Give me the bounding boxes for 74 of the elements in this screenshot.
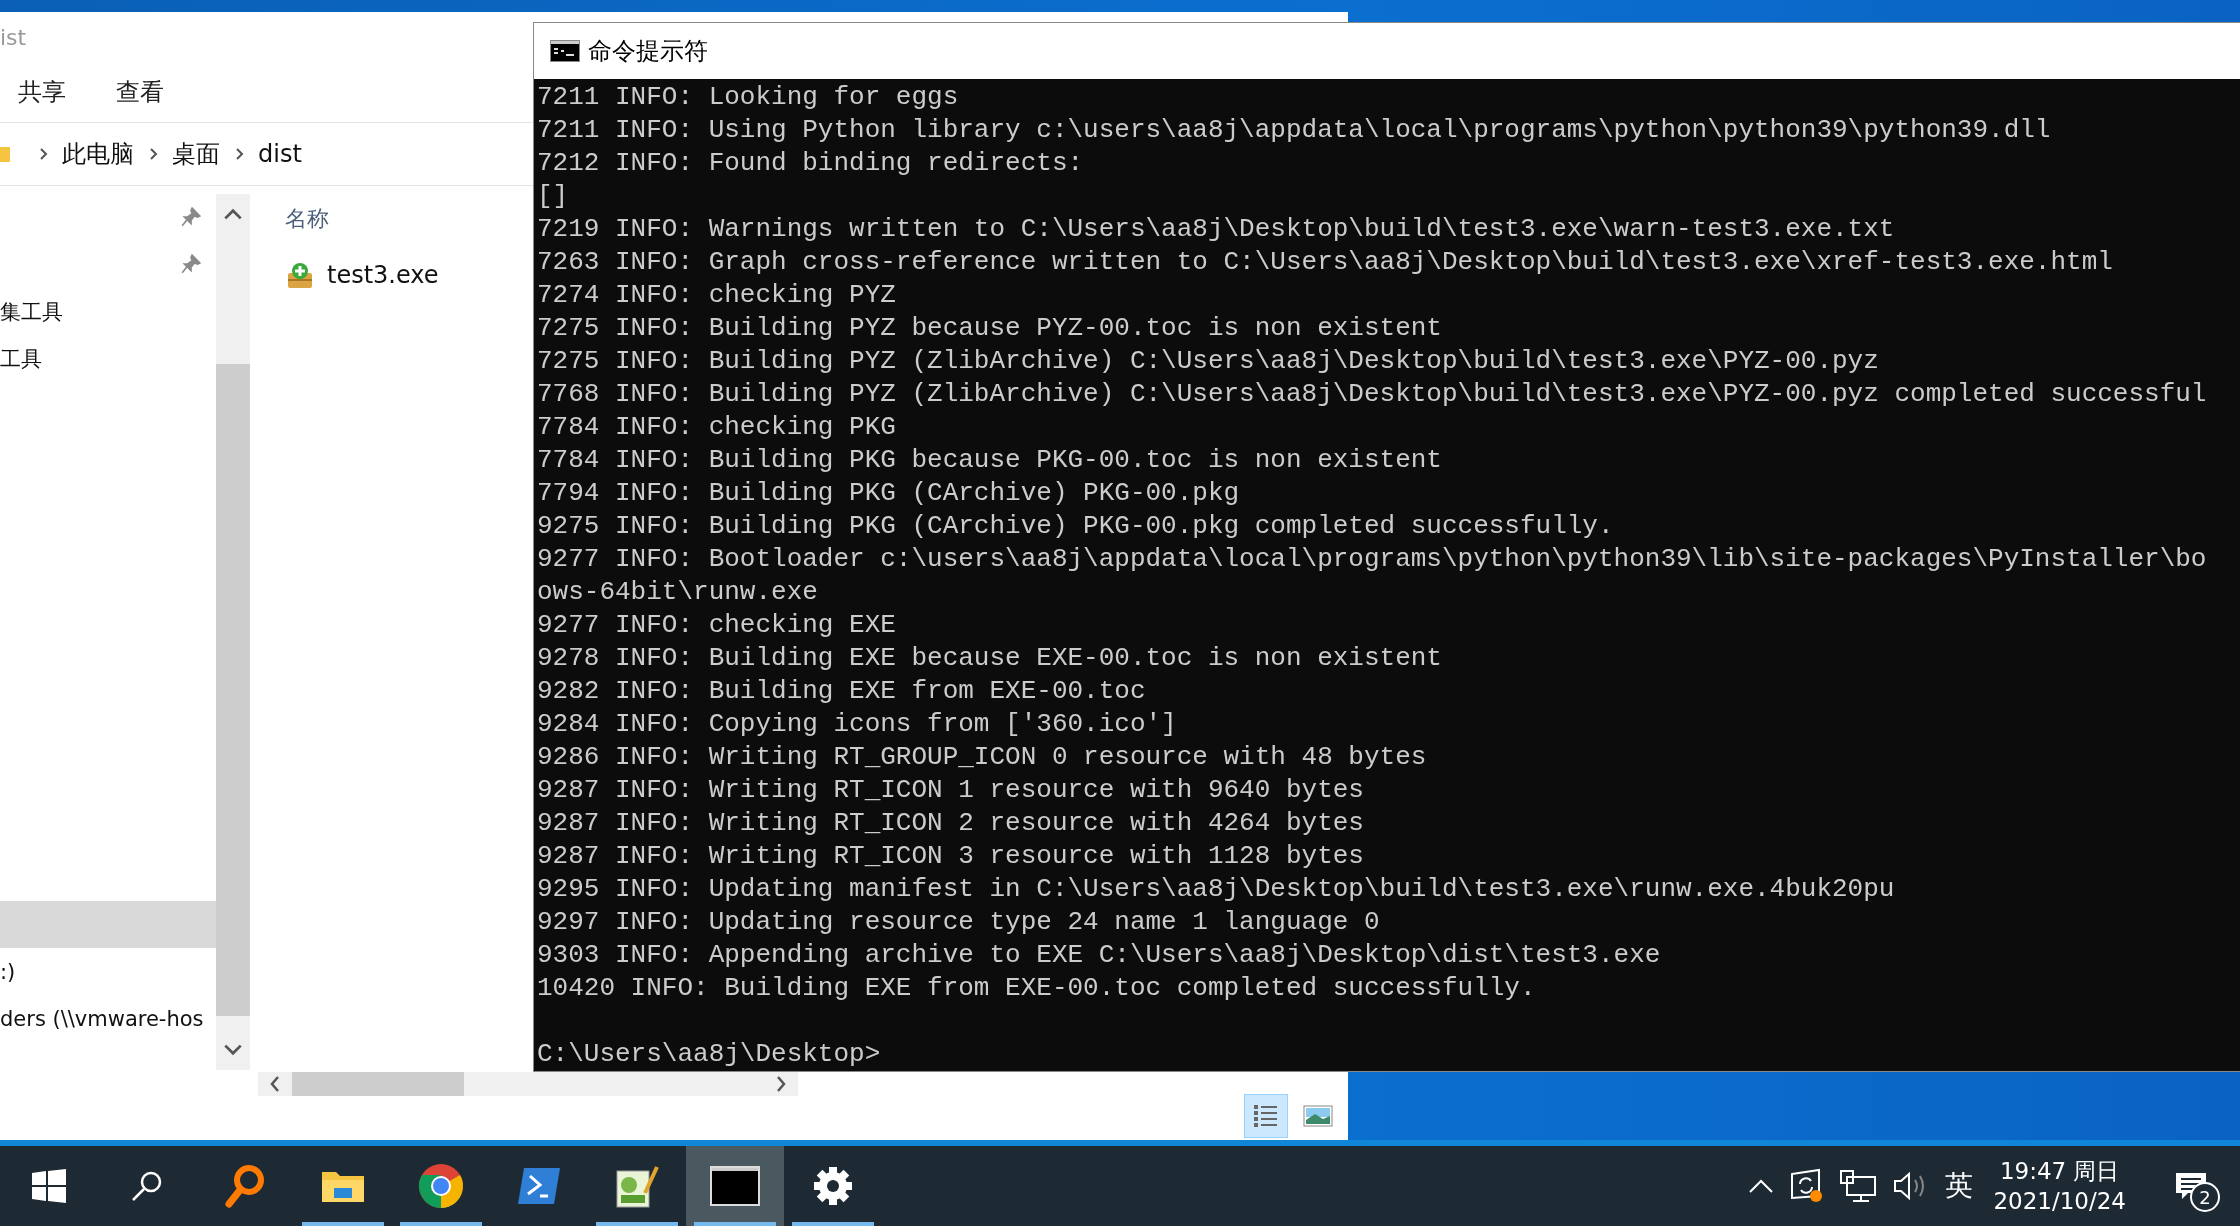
console-line: 9287 INFO: Writing RT_ICON 1 resource with 9640 bytes [537,774,1364,807]
console-line: 9287 INFO: Writing RT_ICON 3 resource with 1128 bytes [537,840,1364,873]
settings-icon [813,1166,853,1206]
console-line: 10420 INFO: Building EXE from EXE-00.toc completed successfully. [537,972,1536,1005]
console-icon [550,40,580,62]
console-line: 9287 INFO: Writing RT_ICON 2 resource with 4264 bytes [537,807,1364,840]
details-view-button[interactable] [1244,1094,1288,1138]
nav-item[interactable]: :) [0,948,216,995]
clock-time: 19:47 周日 [1999,1157,2120,1186]
console-line: 7211 INFO: Using Python library c:\users\aa8j\appdata\local\programs\python\python39\python39.dll [537,114,2051,147]
console-line: 9275 INFO: Building PKG (CArchive) PKG-00.pkg completed successfully. [537,510,1614,543]
nav-item[interactable]: 工具 [0,335,216,382]
clock-date: 2021/10/24 [1993,1187,2126,1216]
console-line: 7219 INFO: Warnings written to C:\Users\aa8j\Desktop\build\test3.exe\warn-test3.exe.txt [537,213,1895,246]
console-line: 7263 INFO: Graph cross-reference written to C:\Users\aa8j\Desktop\build\test3.exe\xref-test3.exe.html [537,246,2113,279]
window-title: 命令提示符 [588,36,708,67]
console-line: [] [537,180,569,213]
console-line: 7275 INFO: Building PYZ (ZlibArchive) C:\Users\aa8j\Desktop\build\test3.exe\PYZ-00.pyz [537,345,1879,378]
notification-count: 2 [2190,1182,2220,1212]
scroll-left-icon[interactable] [268,1074,282,1094]
nav-label: 集工具 [0,298,63,326]
console-line: 9277 INFO: checking EXE [537,609,896,642]
breadcrumb-item[interactable]: 此电脑 [62,138,134,170]
chevron-icon [38,147,48,161]
ribbon-tab[interactable]: 共享 [16,72,68,112]
console-line: 7784 INFO: checking PKG [537,411,896,444]
console-line: 7211 INFO: Looking for eggs [537,81,959,114]
console-line: 9295 INFO: Updating manifest in C:\Users\aa8j\Desktop\build\test3.exe\runw.exe.4buk20pu [537,873,1895,906]
console-line: 9297 INFO: Updating resource type 24 name 1 language 0 [537,906,1380,939]
file-name[interactable]: test3.exe [327,261,439,289]
installer-icon [285,260,315,290]
ribbon-tab[interactable]: 查看 [114,72,166,112]
notepad-icon [615,1163,659,1209]
console-line: 9286 INFO: Writing RT_GROUP_ICON 0 resource with 48 bytes [537,741,1427,774]
console-line: 9277 INFO: Bootloader c:\users\aa8j\appdata\local\programs\python\python39\lib\site-packages\PyInstaller\bo [537,543,2207,576]
console-line: 7768 INFO: Building PYZ (ZlibArchive) C:\Users\aa8j\Desktop\build\test3.exe\PYZ-00.pyz completed successful [537,378,2207,411]
magnifier-icon [225,1164,265,1208]
console-line: 7212 INFO: Found binding redirects: [537,147,1084,180]
console-icon [710,1166,760,1206]
console-line: 7794 INFO: Building PKG (CArchive) PKG-00.pkg [537,477,1240,510]
column-header[interactable]: 名称 [285,204,329,234]
console-line: 9282 INFO: Building EXE from EXE-00.toc [537,675,1146,708]
network-icon[interactable] [1839,1169,1878,1203]
clock[interactable]: 19:47 周日 2021/10/24 [1987,1156,2132,1216]
console-line: 9278 INFO: Building EXE because EXE-00.toc is non existent [537,642,1442,675]
console-line: 9303 INFO: Appending archive to EXE C:\Users\aa8j\Desktop\dist\test3.exe [537,939,1661,972]
console-line: 7784 INFO: Building PKG because PKG-00.toc is non existent [537,444,1442,477]
console-taskbar-button[interactable] [686,1146,784,1226]
nav-label: :) [0,959,16,984]
input-method-indicator[interactable]: 英 [1945,1167,1974,1205]
powershell-icon [516,1166,562,1206]
window-title: ist [0,24,27,50]
chevron-icon [148,147,158,161]
horizontal-scrollbar[interactable] [258,1072,798,1096]
windows-logo-icon [32,1169,66,1203]
search-icon [130,1169,164,1203]
vertical-scrollbar[interactable] [216,194,250,1070]
nav-item[interactable]: 集工具 [0,288,216,335]
console-line: 9284 INFO: Copying icons from ['360.ico'] [537,708,1177,741]
breadcrumb-item[interactable]: 桌面 [172,138,220,170]
scroll-right-icon[interactable] [774,1074,788,1094]
console-prompt[interactable]: C:\Users\aa8j\Desktop> [537,1038,881,1071]
landscape-icon [1303,1104,1333,1128]
nav-label: 工具 [0,345,42,373]
console-line: 7275 INFO: Building PYZ because PYZ-00.toc is non existent [537,312,1442,345]
nav-label: ders (\\vmware-hos [0,1006,204,1031]
console-line: ows-64bit\runw.exe [537,576,818,609]
breadcrumb-item[interactable]: dist [258,140,302,168]
console-line: 7274 INFO: checking PYZ [537,279,896,312]
chrome-icon [418,1163,464,1209]
scrollbar-thumb[interactable] [216,364,250,1016]
scrollbar-thumb[interactable] [292,1072,464,1096]
chevron-icon [234,147,244,161]
nav-item[interactable]: ders (\\vmware-hos [0,995,216,1042]
